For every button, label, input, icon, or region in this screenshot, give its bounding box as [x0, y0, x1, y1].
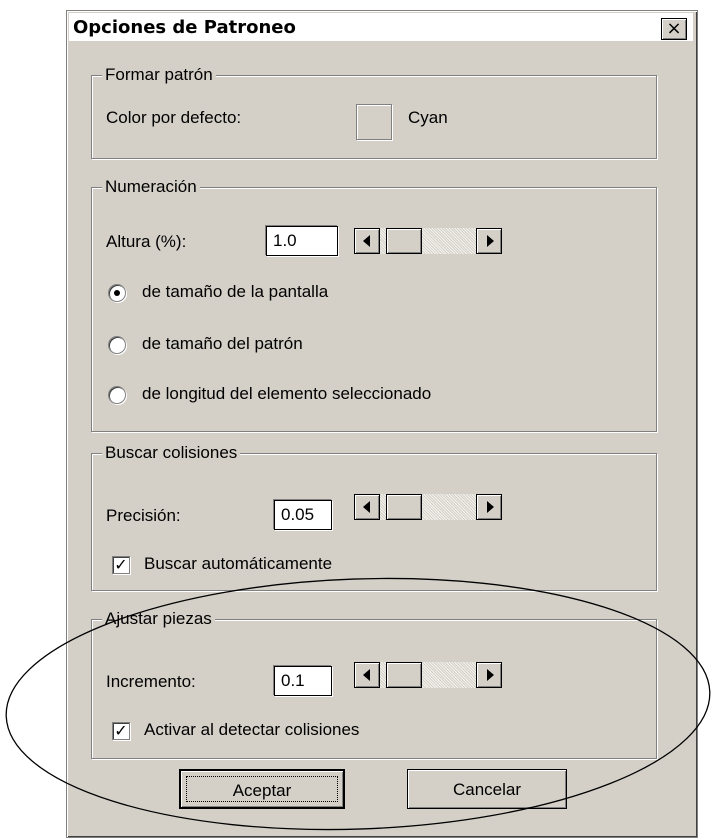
close-icon[interactable]: × — [661, 18, 687, 40]
default-color-label: Color por defecto: — [106, 108, 242, 127]
altura-label: Altura (%): — [106, 232, 187, 251]
altura-input[interactable]: 1.0 — [266, 226, 338, 256]
altura-scroll-left-button[interactable] — [354, 228, 380, 254]
group-numeracion: Numeración Altura (%): 1.0 de tamaño de … — [91, 177, 657, 432]
arrow-right-icon — [487, 501, 494, 513]
auto-search-checkbox[interactable]: ✓ — [112, 556, 130, 574]
radio-pattern-size-label[interactable]: de tamaño del patrón — [142, 334, 303, 354]
altura-scroll-right-button[interactable] — [476, 228, 502, 254]
radio-screen-size[interactable] — [108, 284, 126, 302]
group-formar-patron: Formar patrón Color por defecto: Cyan — [91, 65, 657, 159]
legend-numeracion: Numeración — [102, 177, 200, 197]
legend-formar-patron: Formar patrón — [102, 65, 216, 85]
precision-scroll-thumb[interactable] — [386, 494, 422, 520]
color-swatch[interactable] — [356, 104, 392, 140]
arrow-left-icon — [363, 235, 370, 247]
color-name: Cyan — [408, 108, 448, 127]
radio-element-length[interactable] — [108, 386, 126, 404]
precision-label: Precisión: — [106, 506, 181, 525]
annotation-ellipse — [5, 577, 711, 831]
radio-element-length-label[interactable]: de longitud del elemento seleccionado — [142, 384, 431, 404]
title-bar[interactable]: Opciones de Patroneo × — [69, 13, 693, 41]
altura-scroll-thumb[interactable] — [386, 228, 422, 254]
dialog-title: Opciones de Patroneo — [73, 17, 296, 38]
precision-scroll-right-button[interactable] — [476, 494, 502, 520]
precision-input[interactable]: 0.05 — [274, 500, 332, 530]
radio-screen-size-label[interactable]: de tamaño de la pantalla — [142, 282, 328, 302]
radio-selected-dot — [114, 290, 120, 296]
group-buscar-colisiones: Buscar colisiones Precisión: 0.05 ✓ Busc… — [91, 443, 657, 591]
radio-pattern-size[interactable] — [108, 336, 126, 354]
auto-search-label[interactable]: Buscar automáticamente — [144, 554, 332, 574]
precision-scroll-left-button[interactable] — [354, 494, 380, 520]
arrow-left-icon — [363, 501, 370, 513]
altura-scrollbar[interactable] — [354, 228, 502, 254]
arrow-right-icon — [487, 235, 494, 247]
legend-buscar-colisiones: Buscar colisiones — [102, 443, 241, 463]
precision-scrollbar[interactable] — [354, 494, 502, 520]
